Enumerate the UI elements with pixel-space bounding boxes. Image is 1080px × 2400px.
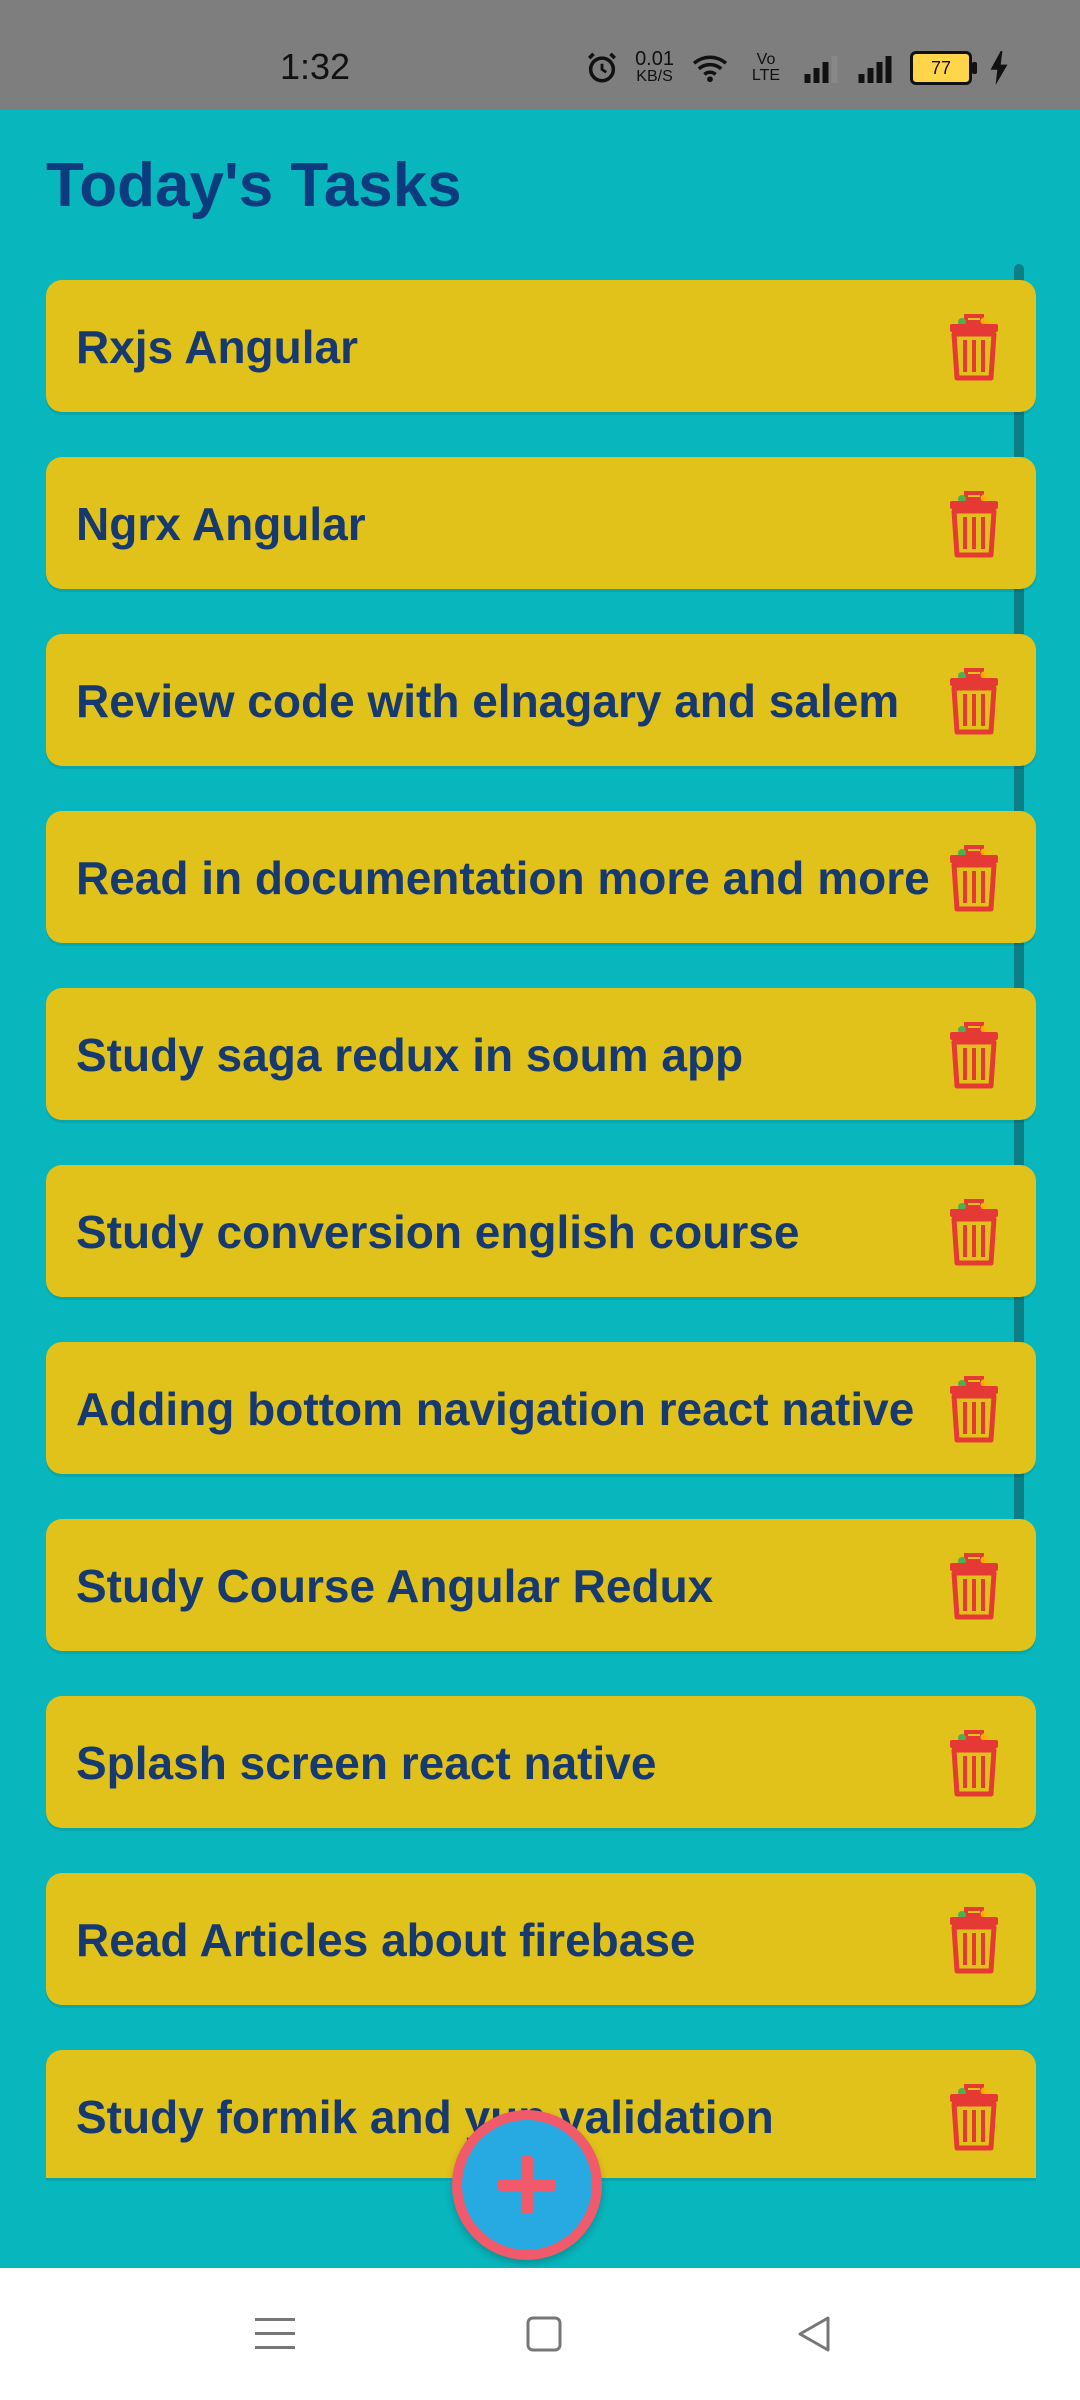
delete-task-button[interactable] bbox=[948, 2080, 1000, 2152]
task-title: Study conversion english course bbox=[76, 1206, 800, 1258]
menu-icon bbox=[255, 2318, 295, 2349]
task-item[interactable]: Study saga redux in soum app bbox=[46, 988, 1036, 1120]
task-item[interactable]: Rxjs Angular bbox=[46, 280, 1036, 412]
task-title: Splash screen react native bbox=[76, 1737, 657, 1789]
trash-icon bbox=[950, 668, 998, 735]
wifi-icon bbox=[690, 52, 730, 84]
add-task-button[interactable] bbox=[452, 2110, 602, 2260]
system-navigation-bar bbox=[0, 2268, 1080, 2400]
delete-task-button[interactable] bbox=[948, 1726, 1000, 1798]
task-item[interactable]: Read in documentation more and more bbox=[46, 811, 1036, 943]
task-title: Study Course Angular Redux bbox=[76, 1560, 714, 1612]
delete-task-button[interactable] bbox=[948, 1018, 1000, 1090]
task-title: Study saga redux in soum app bbox=[76, 1029, 744, 1081]
task-item[interactable]: Study conversion english course bbox=[46, 1165, 1036, 1297]
trash-icon bbox=[950, 1907, 998, 1974]
back-triangle-icon bbox=[798, 2316, 830, 2352]
task-item[interactable]: Read Articles about firebase bbox=[46, 1873, 1036, 2005]
charging-icon bbox=[988, 51, 1010, 85]
trash-icon bbox=[950, 845, 998, 912]
delete-task-button[interactable] bbox=[948, 1372, 1000, 1444]
task-item[interactable]: Adding bottom navigation react native bbox=[46, 1342, 1036, 1474]
delete-task-button[interactable] bbox=[948, 310, 1000, 382]
task-title: Review code with elnagary and salem bbox=[76, 675, 900, 727]
status-bar: 1:32 0.01 KB/S Vo LTE 77 bbox=[0, 0, 1080, 110]
delete-task-button[interactable] bbox=[948, 1549, 1000, 1621]
menu-nav-button[interactable] bbox=[245, 2310, 305, 2358]
trash-icon bbox=[950, 1199, 998, 1266]
task-title: Read in documentation more and more bbox=[76, 852, 930, 904]
signal-icon-2 bbox=[856, 53, 894, 83]
home-square-icon bbox=[526, 2316, 562, 2352]
delete-task-button[interactable] bbox=[948, 1903, 1000, 1975]
add-task-button-inner bbox=[462, 2120, 592, 2250]
signal-icon-1 bbox=[802, 53, 840, 83]
task-title: Read Articles about firebase bbox=[76, 1914, 696, 1966]
back-nav-button[interactable] bbox=[784, 2310, 844, 2358]
trash-icon bbox=[950, 314, 998, 381]
status-time: 1:32 bbox=[280, 46, 351, 87]
task-title: Ngrx Angular bbox=[76, 498, 366, 550]
page-title: Today's Tasks bbox=[46, 151, 462, 220]
task-title: Adding bottom navigation react native bbox=[76, 1383, 915, 1435]
task-item[interactable]: Study Course Angular Redux bbox=[46, 1519, 1036, 1651]
trash-icon bbox=[950, 1376, 998, 1443]
task-item[interactable]: Ngrx Angular bbox=[46, 457, 1036, 589]
volte-label: Vo LTE bbox=[751, 51, 781, 84]
status-icons: 0.01 KB/S Vo LTE 77 bbox=[585, 48, 1010, 86]
trash-icon bbox=[950, 491, 998, 558]
delete-task-button[interactable] bbox=[948, 841, 1000, 913]
delete-task-button[interactable] bbox=[948, 664, 1000, 736]
task-item[interactable]: Splash screen react native bbox=[46, 1696, 1036, 1828]
task-item[interactable]: Review code with elnagary and salem bbox=[46, 634, 1036, 766]
trash-icon bbox=[950, 2084, 998, 2151]
delete-task-button[interactable] bbox=[948, 1195, 1000, 1267]
trash-icon bbox=[950, 1022, 998, 1089]
task-title: Study formik and yup validation bbox=[76, 2091, 774, 2143]
plus-icon bbox=[498, 2156, 556, 2214]
network-speed: 0.01 KB/S bbox=[635, 48, 674, 85]
delete-task-button[interactable] bbox=[948, 487, 1000, 559]
task-title: Rxjs Angular bbox=[76, 321, 359, 373]
alarm-icon bbox=[585, 51, 619, 85]
battery-indicator: 77 bbox=[910, 51, 977, 85]
trash-icon bbox=[950, 1553, 998, 1620]
home-nav-button[interactable] bbox=[514, 2310, 574, 2358]
trash-icon bbox=[950, 1730, 998, 1797]
